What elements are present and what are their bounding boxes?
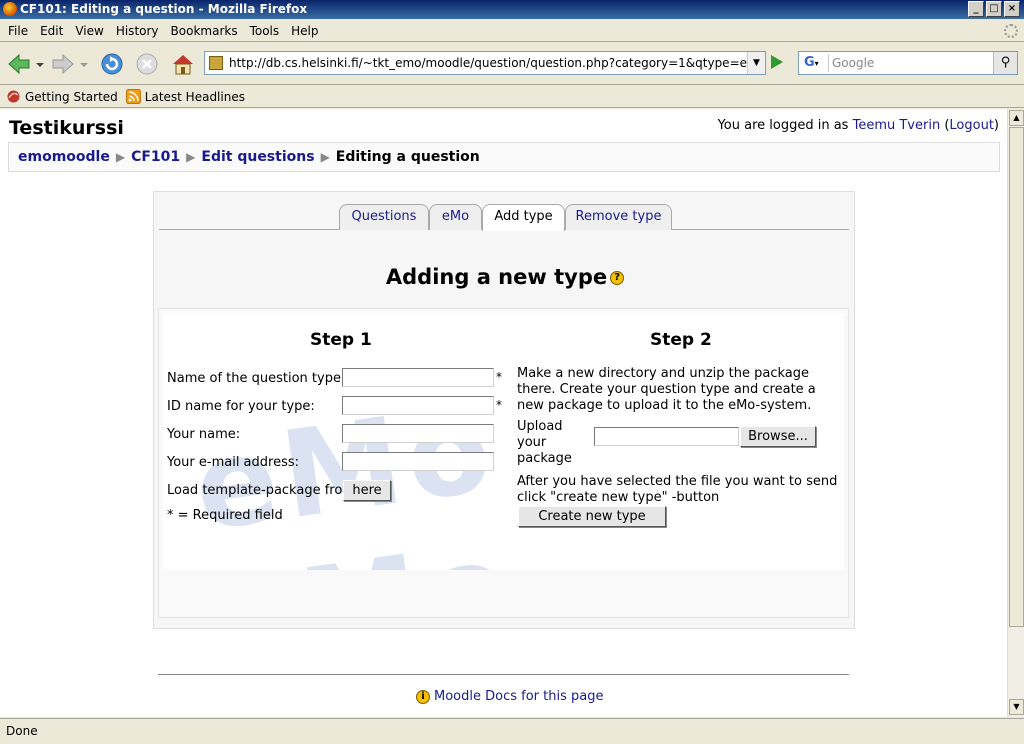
rss-feed-icon bbox=[125, 89, 141, 104]
menu-bar: File Edit View History Bookmarks Tools H… bbox=[0, 20, 1024, 42]
tab-questions[interactable]: Questions bbox=[339, 204, 429, 230]
add-type-form: eMo eMo Step 1 Name of the question type… bbox=[158, 308, 849, 618]
scroll-down-icon[interactable]: ▼ bbox=[1009, 699, 1024, 715]
type-name-input[interactable] bbox=[342, 368, 494, 387]
breadcrumb: emomoodle ▶ CF101 ▶ Edit questions ▶ Editing a… bbox=[8, 142, 1000, 172]
scrollbar-thumb[interactable] bbox=[1009, 127, 1024, 627]
help-icon[interactable]: ? bbox=[610, 271, 625, 285]
breadcrumb-emomoodle[interactable]: emomoodle bbox=[18, 149, 110, 165]
required-star: * bbox=[496, 398, 502, 412]
required-star: * bbox=[496, 370, 502, 384]
form-area: eMo eMo Step 1 Name of the question type… bbox=[163, 313, 844, 570]
breadcrumb-current: Editing a question bbox=[335, 149, 480, 165]
upload-label-line1: Upload bbox=[517, 419, 563, 434]
close-button[interactable]: × bbox=[1004, 1, 1020, 17]
your-name-input[interactable] bbox=[342, 424, 494, 443]
breadcrumb-separator-icon: ▶ bbox=[115, 150, 126, 164]
search-placeholder: Google bbox=[832, 56, 875, 70]
bookmark-getting-started[interactable]: Getting Started bbox=[6, 89, 118, 104]
login-info: You are logged in as Teemu Tverin (Logou… bbox=[717, 118, 999, 133]
tab-row: Questions eMo Add type Remove type bbox=[159, 204, 849, 231]
throbber-icon bbox=[1004, 24, 1018, 38]
vertical-scrollbar[interactable]: ▲ ▼ bbox=[1007, 109, 1024, 717]
back-arrow-icon[interactable] bbox=[6, 51, 32, 77]
go-arrow-icon[interactable] bbox=[771, 55, 783, 69]
menu-tools[interactable]: Tools bbox=[244, 24, 286, 38]
required-field-note: * = Required field bbox=[167, 508, 283, 523]
search-engine-icon[interactable]: G▾ bbox=[801, 54, 829, 72]
scroll-up-icon[interactable]: ▲ bbox=[1009, 110, 1024, 126]
page-content: Testikurssi You are logged in as Teemu T… bbox=[0, 109, 1007, 717]
firefox-logo-icon bbox=[3, 2, 17, 16]
status-bar: Done bbox=[0, 718, 1024, 744]
template-package-label: Load template-package from bbox=[167, 483, 355, 498]
site-favicon-icon bbox=[209, 56, 223, 70]
reload-icon[interactable] bbox=[99, 51, 125, 77]
forward-arrow-icon[interactable] bbox=[50, 51, 76, 77]
after-select-text: After you have selected the file you wan… bbox=[517, 474, 838, 505]
logout-link[interactable]: Logout bbox=[949, 118, 994, 133]
address-url: http://db.cs.helsinki.fi/~tkt_emo/moodle… bbox=[229, 56, 766, 70]
stop-icon[interactable] bbox=[134, 51, 160, 77]
page-heading: Adding a new type? bbox=[154, 265, 856, 289]
breadcrumb-separator-icon: ▶ bbox=[320, 150, 330, 164]
step1-title: Step 1 bbox=[310, 330, 372, 350]
browser-window: CF101: Editing a question - Mozilla Fire… bbox=[0, 0, 1024, 744]
menu-help[interactable]: Help bbox=[285, 24, 324, 38]
tab-add-type[interactable]: Add type bbox=[482, 204, 565, 231]
search-icon[interactable]: ⚲ bbox=[993, 52, 1017, 74]
menu-file[interactable]: File bbox=[2, 24, 34, 38]
email-label: Your e-mail address: bbox=[167, 455, 300, 470]
footer-divider bbox=[158, 674, 849, 675]
browse-button[interactable]: Browse... bbox=[740, 426, 816, 447]
maximize-button[interactable]: □ bbox=[986, 1, 1002, 17]
search-box[interactable]: G▾ Google ⚲ bbox=[798, 51, 1018, 75]
address-bar[interactable]: http://db.cs.helsinki.fi/~tkt_emo/moodle… bbox=[204, 51, 766, 75]
email-input[interactable] bbox=[342, 452, 494, 471]
id-name-input[interactable] bbox=[342, 396, 494, 415]
back-history-dropdown-icon[interactable] bbox=[34, 51, 46, 77]
user-profile-link[interactable]: Teemu Tverin bbox=[853, 118, 941, 133]
menu-edit[interactable]: Edit bbox=[34, 24, 69, 38]
id-name-label: ID name for your type: bbox=[167, 399, 315, 414]
home-icon[interactable] bbox=[170, 51, 196, 77]
tab-remove-type[interactable]: Remove type bbox=[565, 204, 672, 230]
breadcrumb-separator-icon: ▶ bbox=[186, 150, 196, 164]
info-icon: i bbox=[416, 689, 430, 704]
bookmarks-toolbar: Getting Started Latest Headlines bbox=[0, 86, 1024, 108]
type-name-label: Name of the question type: bbox=[167, 371, 346, 386]
load-template-here-button[interactable]: here bbox=[343, 480, 391, 501]
breadcrumb-edit-questions[interactable]: Edit questions bbox=[201, 149, 314, 165]
address-dropdown-icon[interactable]: ▼ bbox=[747, 52, 765, 74]
step2-title: Step 2 bbox=[650, 330, 712, 350]
minimize-button[interactable]: _ bbox=[968, 1, 984, 17]
title-bar: CF101: Editing a question - Mozilla Fire… bbox=[0, 0, 1024, 19]
upload-label-line3: package bbox=[517, 451, 572, 466]
your-name-label: Your name: bbox=[167, 427, 241, 442]
course-title: Testikurssi bbox=[9, 117, 124, 139]
create-new-type-button[interactable]: Create new type bbox=[518, 506, 666, 527]
menu-history[interactable]: History bbox=[110, 24, 165, 38]
window-title: CF101: Editing a question - Mozilla Fire… bbox=[20, 2, 308, 16]
step2-instructions: Make a new directory and unzip the packa… bbox=[517, 366, 816, 413]
moodle-docs-link[interactable]: i Moodle Docs for this page bbox=[416, 689, 603, 704]
question-panel: Questions eMo Add type Remove type Addin… bbox=[153, 191, 855, 629]
upload-label-line2: your bbox=[517, 435, 547, 450]
bookmark-latest-headlines[interactable]: Latest Headlines bbox=[125, 89, 245, 104]
tab-emo[interactable]: eMo bbox=[429, 204, 482, 230]
forward-history-dropdown-icon[interactable] bbox=[78, 51, 90, 77]
menu-bookmarks[interactable]: Bookmarks bbox=[165, 24, 244, 38]
package-file-input[interactable] bbox=[594, 427, 739, 446]
status-text: Done bbox=[6, 724, 38, 738]
breadcrumb-cf101[interactable]: CF101 bbox=[131, 149, 180, 165]
getting-started-icon bbox=[7, 90, 20, 103]
menu-view[interactable]: View bbox=[69, 24, 109, 38]
